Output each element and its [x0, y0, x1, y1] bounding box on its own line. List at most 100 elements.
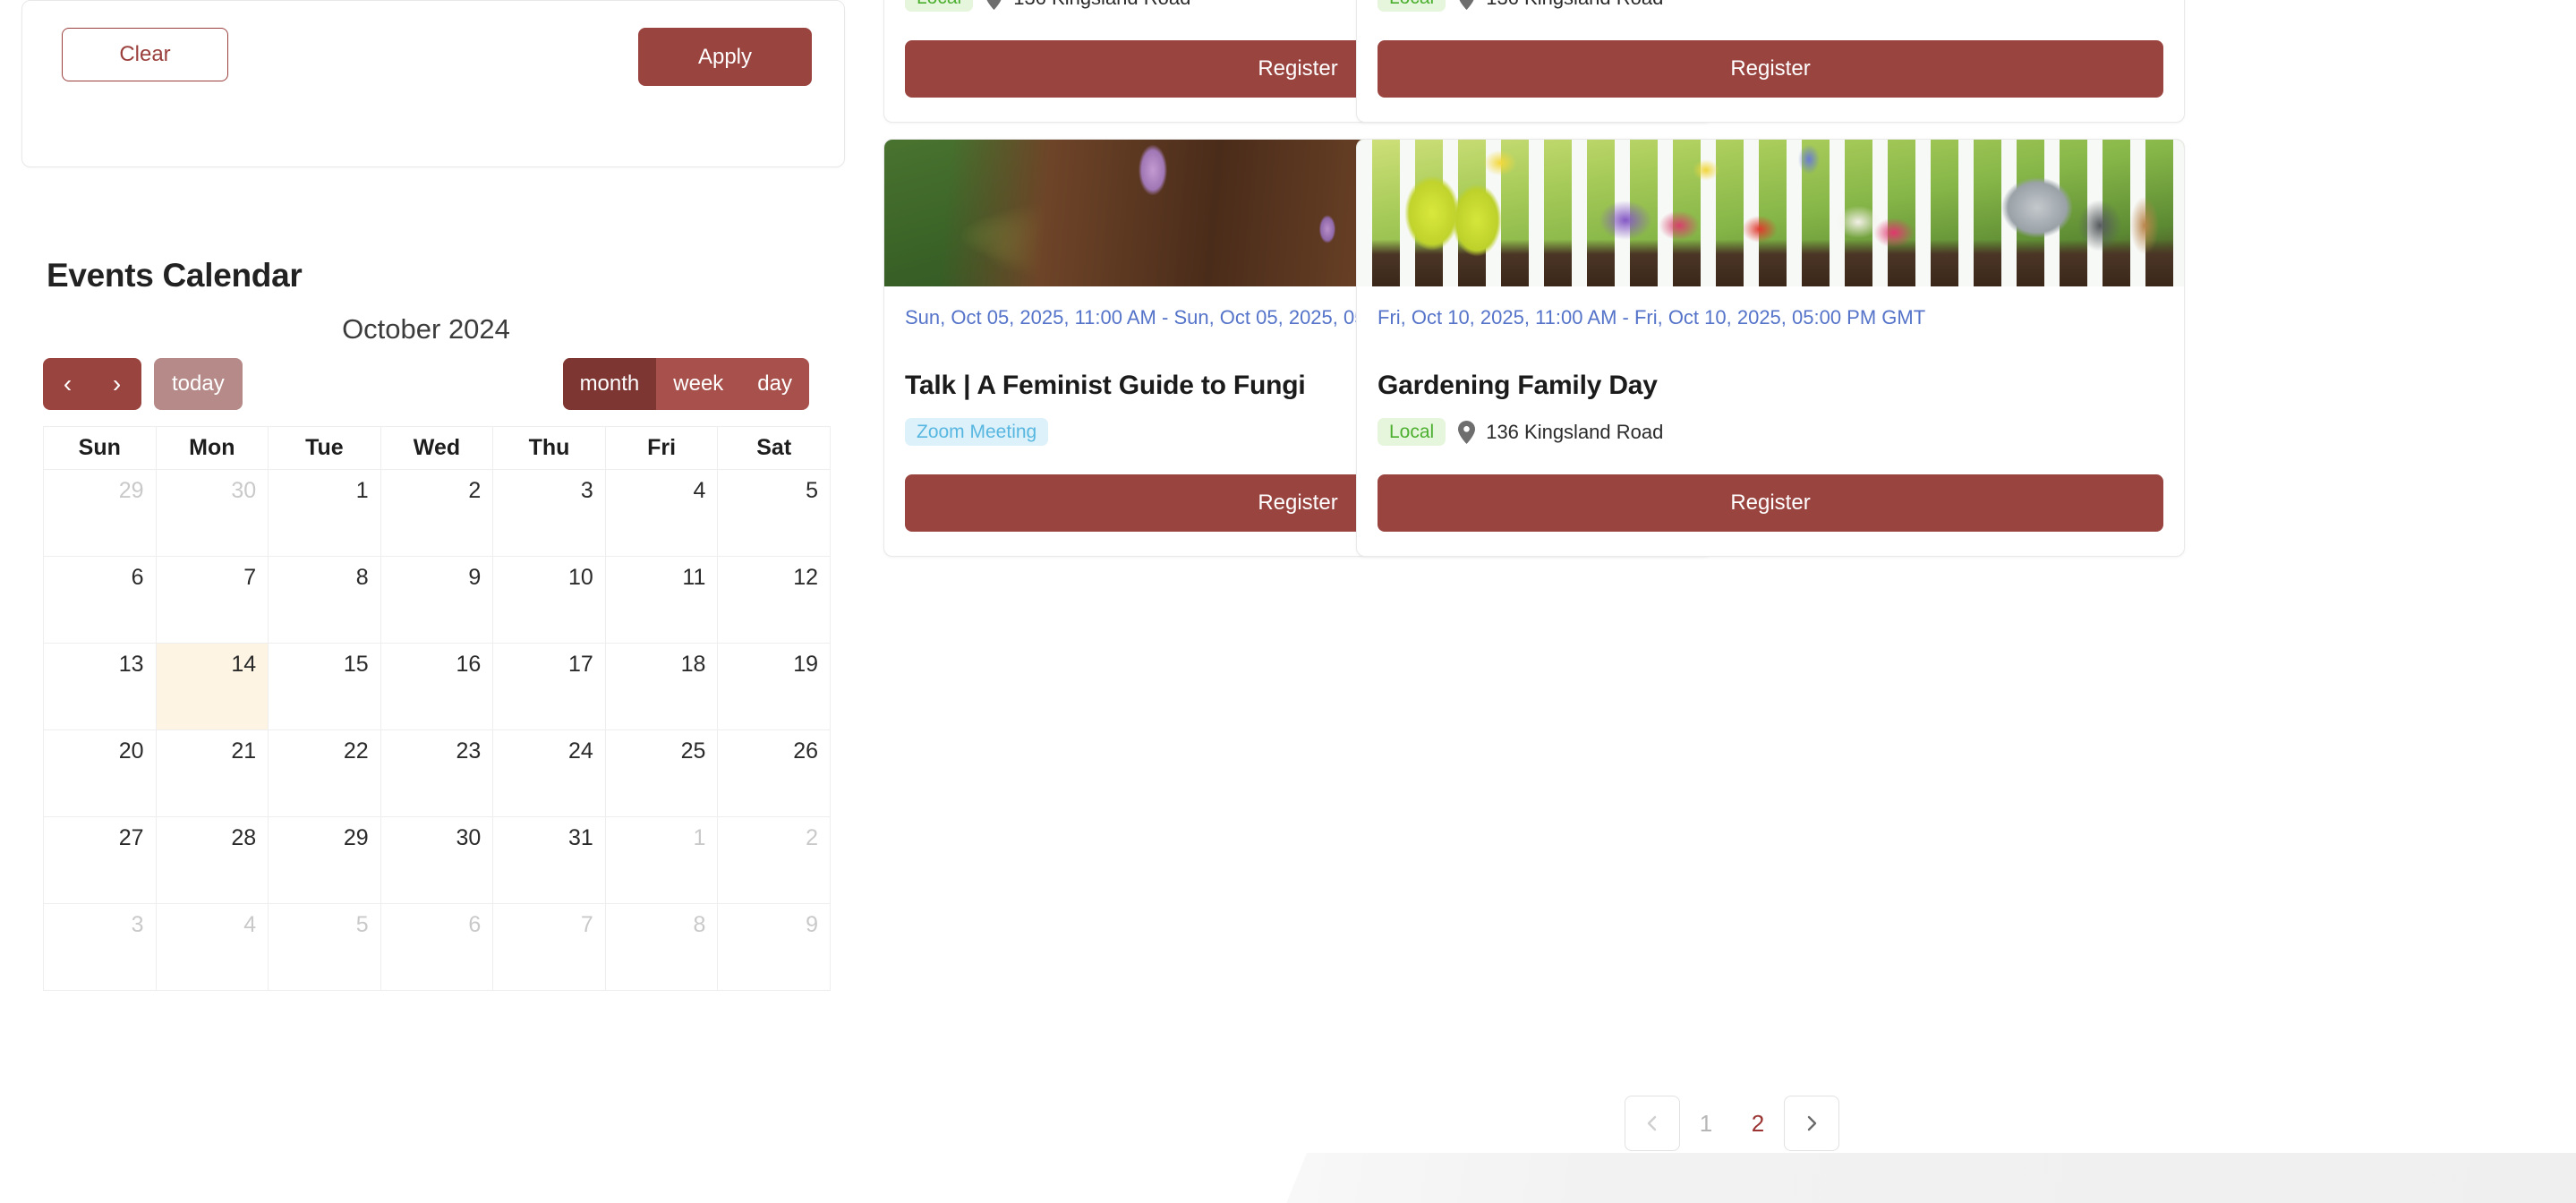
calendar-grid: SunMonTueWedThuFriSat 293012345678910111… — [43, 426, 831, 991]
next-month-button[interactable]: › — [92, 358, 141, 410]
calendar-day-cell[interactable]: 3 — [44, 904, 157, 991]
calendar-day-cell[interactable]: 24 — [493, 730, 606, 817]
calendar-day-cell[interactable]: 19 — [718, 644, 831, 730]
event-location: 136 Kingsland Road — [1458, 421, 1663, 444]
calendar-week-row: 20212223242526 — [44, 730, 831, 817]
event-badge: Local — [1378, 418, 1446, 446]
calendar-day-cell[interactable]: 3 — [493, 470, 606, 557]
calendar-day-cell[interactable]: 6 — [44, 557, 157, 644]
weekday-header-mon: Mon — [156, 427, 269, 470]
calendar-day-cell[interactable]: 26 — [718, 730, 831, 817]
calendar-day-cell[interactable]: 29 — [269, 817, 381, 904]
pagination-page-1[interactable]: 1 — [1680, 1110, 1732, 1138]
event-card-body: Fri, Oct 10, 2025, 11:00 AM - Fri, Oct 1… — [1357, 286, 2184, 556]
calendar-day-cell[interactable]: 8 — [269, 557, 381, 644]
calendar-day-cell[interactable]: 30 — [380, 817, 493, 904]
calendar-day-cell[interactable]: 15 — [269, 644, 381, 730]
prev-month-button[interactable]: ‹ — [43, 358, 92, 410]
location-pin-icon — [1458, 0, 1475, 10]
calendar-day-cell[interactable]: 20 — [44, 730, 157, 817]
pagination: 12 — [1625, 1096, 1839, 1151]
calendar-day-cell[interactable]: 17 — [493, 644, 606, 730]
weekday-header-sat: Sat — [718, 427, 831, 470]
calendar-widget: October 2024 ‹ › today monthweekday SunM… — [43, 313, 831, 991]
event-badge: Local — [905, 0, 973, 12]
calendar-day-cell[interactable]: 5 — [718, 470, 831, 557]
pagination-page-2[interactable]: 2 — [1732, 1110, 1784, 1138]
calendar-day-cell[interactable]: 27 — [44, 817, 157, 904]
calendar-view-week-button[interactable]: week — [656, 358, 740, 410]
events-calendar-page: Clear Apply Events Calendar October 2024… — [0, 0, 2576, 1203]
calendar-day-cell[interactable]: 10 — [493, 557, 606, 644]
calendar-day-cell[interactable]: 21 — [156, 730, 269, 817]
calendar-week-row: 6789101112 — [44, 557, 831, 644]
event-cards-grid: Sun, Sep 07, 2025, 11:00 AM - Sun, Sep 0… — [883, 0, 2558, 557]
pagination-next-button[interactable] — [1784, 1096, 1839, 1151]
calendar-month-title: October 2024 — [43, 313, 831, 346]
calendar-day-cell[interactable]: 7 — [156, 557, 269, 644]
calendar-day-cell[interactable]: 5 — [269, 904, 381, 991]
event-card[interactable]: Fri, Oct 10, 2025, 11:00 AM - Fri, Oct 1… — [1356, 139, 2185, 557]
calendar-day-cell[interactable]: 13 — [44, 644, 157, 730]
chevron-right-icon — [1802, 1113, 1821, 1133]
event-card[interactable]: Sun, Sep 28, 2025, 11:00 AM - Sun, Sep 2… — [1356, 0, 2185, 123]
calendar-day-cell[interactable]: 2 — [380, 470, 493, 557]
calendar-day-cell[interactable]: 4 — [156, 904, 269, 991]
today-button[interactable]: today — [154, 358, 243, 410]
calendar-day-cell[interactable]: 18 — [605, 644, 718, 730]
footer-band — [0, 1153, 2576, 1203]
calendar-day-cell[interactable]: 9 — [718, 904, 831, 991]
calendar-day-cell[interactable]: 14 — [156, 644, 269, 730]
calendar-view-switcher: monthweekday — [563, 358, 809, 410]
location-pin-icon — [985, 0, 1002, 10]
calendar-day-cell[interactable]: 2 — [718, 817, 831, 904]
weekday-header-sun: Sun — [44, 427, 157, 470]
calendar-day-cell[interactable]: 16 — [380, 644, 493, 730]
event-location-text: 136 Kingsland Road — [1486, 421, 1663, 444]
event-location-text: 136 Kingsland Road — [1013, 0, 1190, 10]
calendar-view-month-button[interactable]: month — [563, 358, 657, 410]
event-location-text: 136 Kingsland Road — [1486, 0, 1663, 10]
calendar-day-cell[interactable]: 4 — [605, 470, 718, 557]
calendar-day-cell[interactable]: 30 — [156, 470, 269, 557]
calendar-day-cell[interactable]: 25 — [605, 730, 718, 817]
calendar-week-row: 3456789 — [44, 904, 831, 991]
calendar-day-cell[interactable]: 1 — [605, 817, 718, 904]
calendar-day-cell[interactable]: 29 — [44, 470, 157, 557]
calendar-day-cell[interactable]: 7 — [493, 904, 606, 991]
pagination-prev-button[interactable] — [1625, 1096, 1680, 1151]
calendar-day-cell[interactable]: 11 — [605, 557, 718, 644]
event-card-body: Sun, Sep 28, 2025, 11:00 AM - Sun, Sep 2… — [1357, 0, 2184, 122]
event-location: 136 Kingsland Road — [985, 0, 1190, 10]
event-meta: Local 136 Kingsland Road — [1378, 418, 2163, 446]
calendar-day-cell[interactable]: 22 — [269, 730, 381, 817]
location-pin-icon — [1458, 421, 1475, 444]
calendar-day-cell[interactable]: 12 — [718, 557, 831, 644]
garden-tools-boots-and-flowers-photo — [1357, 140, 2184, 286]
chevron-left-icon — [1642, 1113, 1662, 1133]
calendar-day-cell[interactable]: 9 — [380, 557, 493, 644]
event-location: 136 Kingsland Road — [1458, 0, 1663, 10]
calendar-day-cell[interactable]: 1 — [269, 470, 381, 557]
weekday-header-wed: Wed — [380, 427, 493, 470]
calendar-week-row: 13141516171819 — [44, 644, 831, 730]
register-button[interactable]: Register — [1378, 474, 2163, 532]
register-button[interactable]: Register — [1378, 40, 2163, 98]
calendar-day-cell[interactable]: 8 — [605, 904, 718, 991]
calendar-week-row: 293012345 — [44, 470, 831, 557]
calendar-day-cell[interactable]: 28 — [156, 817, 269, 904]
calendar-toolbar: ‹ › today monthweekday — [43, 358, 831, 410]
clear-button[interactable]: Clear — [62, 28, 228, 81]
calendar-day-cell[interactable]: 6 — [380, 904, 493, 991]
event-title: Gardening Family Day — [1378, 371, 2163, 401]
calendar-day-cell[interactable]: 31 — [493, 817, 606, 904]
calendar-day-cell[interactable]: 23 — [380, 730, 493, 817]
apply-button[interactable]: Apply — [638, 28, 812, 86]
filter-panel: Clear Apply — [21, 0, 845, 167]
calendar-week-row: 272829303112 — [44, 817, 831, 904]
event-meta: Local 136 Kingsland Road — [1378, 0, 2163, 12]
event-datetime[interactable]: Fri, Oct 10, 2025, 11:00 AM - Fri, Oct 1… — [1378, 306, 2163, 329]
event-badge: Local — [1378, 0, 1446, 12]
pagination-numbers: 12 — [1680, 1110, 1784, 1138]
calendar-view-day-button[interactable]: day — [740, 358, 809, 410]
